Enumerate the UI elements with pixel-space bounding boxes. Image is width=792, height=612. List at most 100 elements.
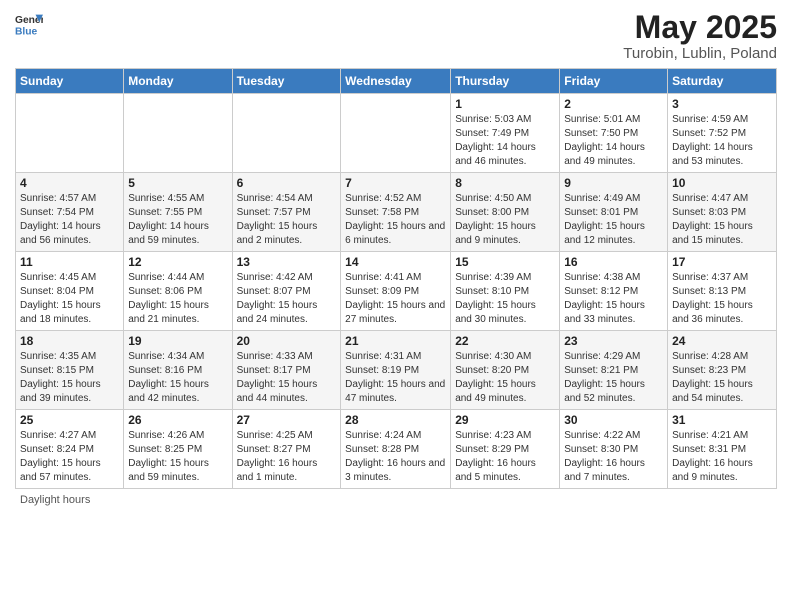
- day-number: 9: [564, 176, 663, 190]
- weekday-header-sunday: Sunday: [16, 69, 124, 94]
- calendar-cell: 28 Sunrise: 4:24 AMSunset: 8:28 PMDayligh…: [341, 410, 451, 489]
- svg-text:Blue: Blue: [15, 26, 38, 37]
- footer-note: Daylight hours: [15, 494, 777, 506]
- day-number: 17: [672, 255, 772, 269]
- calendar-cell: 13Sunrise: 4:42 AMSunset: 8:07 PMDayligh…: [232, 252, 341, 331]
- day-number: 14: [345, 255, 446, 269]
- calendar-cell: 25Sunrise: 4:27 AMSunset: 8:24 PMDayligh…: [16, 410, 124, 489]
- day-number: 26: [128, 413, 227, 427]
- calendar-cell: 8 Sunrise: 4:50 AMSunset: 8:00 PMDaylight…: [451, 173, 560, 252]
- calendar-cell: 5Sunrise: 4:55 AMSunset: 7:55 PMDaylight…: [124, 173, 232, 252]
- day-number: 18: [20, 334, 119, 348]
- day-info: Sunrise: 4:45 AMSunset: 8:04 PMDaylight:…: [20, 271, 119, 327]
- calendar-cell: 11 Sunrise: 4:45 AMSunset: 8:04 PMDayligh…: [16, 252, 124, 331]
- calendar-cell: [341, 94, 451, 173]
- day-info: Sunrise: 4:33 AMSunset: 8:17 PMDaylight:…: [237, 350, 337, 406]
- calendar-week-2: 4 Sunrise: 4:57 AMSunset: 7:54 PMDaylight…: [16, 173, 777, 252]
- day-number: 28: [345, 413, 446, 427]
- calendar-cell: 17Sunrise: 4:37 AMSunset: 8:13 PMDayligh…: [668, 252, 777, 331]
- day-info: Sunrise: 4:35 AMSunset: 8:15 PMDaylight:…: [20, 350, 119, 406]
- calendar-cell: 2Sunrise: 5:01 AMSunset: 7:50 PMDaylight…: [560, 94, 668, 173]
- day-info: Sunrise: 5:03 AMSunset: 7:49 PMDaylight:…: [455, 113, 555, 169]
- day-number: 5: [128, 176, 227, 190]
- calendar-week-1: 1 Sunrise: 5:03 AMSunset: 7:49 PMDaylight…: [16, 94, 777, 173]
- calendar-cell: 4 Sunrise: 4:57 AMSunset: 7:54 PMDaylight…: [16, 173, 124, 252]
- day-number: 16: [564, 255, 663, 269]
- calendar-week-3: 11 Sunrise: 4:45 AMSunset: 8:04 PMDayligh…: [16, 252, 777, 331]
- day-info: Sunrise: 4:54 AMSunset: 7:57 PMDaylight:…: [237, 192, 337, 248]
- day-number: 2: [564, 97, 663, 111]
- day-number: 27: [237, 413, 337, 427]
- day-number: 12: [128, 255, 227, 269]
- title-month: May 2025: [623, 10, 777, 45]
- day-info: Sunrise: 4:21 AMSunset: 8:31 PMDaylight:…: [672, 429, 772, 485]
- calendar-cell: 24 Sunrise: 4:28 AMSunset: 8:23 PMDayligh…: [668, 331, 777, 410]
- day-info: Sunrise: 4:39 AMSunset: 8:10 PMDaylight:…: [455, 271, 555, 327]
- day-info: Sunrise: 4:34 AMSunset: 8:16 PMDaylight:…: [128, 350, 227, 406]
- day-info: Sunrise: 4:59 AMSunset: 7:52 PMDaylight:…: [672, 113, 772, 169]
- calendar-cell: [124, 94, 232, 173]
- calendar-cell: 9 Sunrise: 4:49 AMSunset: 8:01 PMDaylight…: [560, 173, 668, 252]
- day-number: 29: [455, 413, 555, 427]
- day-info: Sunrise: 4:38 AMSunset: 8:12 PMDaylight:…: [564, 271, 663, 327]
- day-info: Sunrise: 4:23 AMSunset: 8:29 PMDaylight:…: [455, 429, 555, 485]
- day-number: 24: [672, 334, 772, 348]
- day-number: 30: [564, 413, 663, 427]
- calendar-cell: 31Sunrise: 4:21 AMSunset: 8:31 PMDayligh…: [668, 410, 777, 489]
- day-number: 22: [455, 334, 555, 348]
- calendar-cell: [232, 94, 341, 173]
- day-number: 6: [237, 176, 337, 190]
- calendar-cell: 18 Sunrise: 4:35 AMSunset: 8:15 PMDayligh…: [16, 331, 124, 410]
- calendar-cell: 21 Sunrise: 4:31 AMSunset: 8:19 PMDayligh…: [341, 331, 451, 410]
- calendar-cell: 27 Sunrise: 4:25 AMSunset: 8:27 PMDayligh…: [232, 410, 341, 489]
- day-number: 1: [455, 97, 555, 111]
- logo: General Blue: [15, 10, 43, 38]
- day-info: Sunrise: 4:27 AMSunset: 8:24 PMDaylight:…: [20, 429, 119, 485]
- day-info: Sunrise: 4:42 AMSunset: 8:07 PMDaylight:…: [237, 271, 337, 327]
- day-info: Sunrise: 4:47 AMSunset: 8:03 PMDaylight:…: [672, 192, 772, 248]
- day-info: Sunrise: 4:28 AMSunset: 8:23 PMDaylight:…: [672, 350, 772, 406]
- calendar-cell: 26 Sunrise: 4:26 AMSunset: 8:25 PMDayligh…: [124, 410, 232, 489]
- title-location: Turobin, Lublin, Poland: [623, 45, 777, 62]
- day-info: Sunrise: 4:44 AMSunset: 8:06 PMDaylight:…: [128, 271, 227, 327]
- calendar-week-4: 18 Sunrise: 4:35 AMSunset: 8:15 PMDayligh…: [16, 331, 777, 410]
- day-number: 23: [564, 334, 663, 348]
- header: General Blue May 2025 Turobin, Lublin, P…: [15, 10, 777, 62]
- day-info: Sunrise: 4:26 AMSunset: 8:25 PMDaylight:…: [128, 429, 227, 485]
- calendar-cell: 23 Sunrise: 4:29 AMSunset: 8:21 PMDayligh…: [560, 331, 668, 410]
- day-info: Sunrise: 4:22 AMSunset: 8:30 PMDaylight:…: [564, 429, 663, 485]
- day-info: Sunrise: 4:25 AMSunset: 8:27 PMDaylight:…: [237, 429, 337, 485]
- day-number: 20: [237, 334, 337, 348]
- day-number: 21: [345, 334, 446, 348]
- day-number: 8: [455, 176, 555, 190]
- day-number: 10: [672, 176, 772, 190]
- day-number: 7: [345, 176, 446, 190]
- calendar-week-5: 25Sunrise: 4:27 AMSunset: 8:24 PMDayligh…: [16, 410, 777, 489]
- calendar-cell: 7 Sunrise: 4:52 AMSunset: 7:58 PMDaylight…: [341, 173, 451, 252]
- day-number: 4: [20, 176, 119, 190]
- calendar-cell: 19 Sunrise: 4:34 AMSunset: 8:16 PMDayligh…: [124, 331, 232, 410]
- day-number: 19: [128, 334, 227, 348]
- weekday-header-thursday: Thursday: [451, 69, 560, 94]
- calendar-cell: 16 Sunrise: 4:38 AMSunset: 8:12 PMDayligh…: [560, 252, 668, 331]
- day-info: Sunrise: 4:24 AMSunset: 8:28 PMDaylight:…: [345, 429, 446, 485]
- calendar-cell: 29 Sunrise: 4:23 AMSunset: 8:29 PMDayligh…: [451, 410, 560, 489]
- calendar-cell: 1 Sunrise: 5:03 AMSunset: 7:49 PMDaylight…: [451, 94, 560, 173]
- title-block: May 2025 Turobin, Lublin, Poland: [623, 10, 777, 62]
- weekday-header-friday: Friday: [560, 69, 668, 94]
- day-info: Sunrise: 4:52 AMSunset: 7:58 PMDaylight:…: [345, 192, 446, 248]
- weekday-header-tuesday: Tuesday: [232, 69, 341, 94]
- logo-icon: General Blue: [15, 10, 43, 38]
- day-info: Sunrise: 4:57 AMSunset: 7:54 PMDaylight:…: [20, 192, 119, 248]
- calendar-cell: 6 Sunrise: 4:54 AMSunset: 7:57 PMDaylight…: [232, 173, 341, 252]
- weekday-header-wednesday: Wednesday: [341, 69, 451, 94]
- calendar-cell: 22Sunrise: 4:30 AMSunset: 8:20 PMDayligh…: [451, 331, 560, 410]
- day-info: Sunrise: 4:50 AMSunset: 8:00 PMDaylight:…: [455, 192, 555, 248]
- day-number: 11: [20, 255, 119, 269]
- calendar-cell: 15Sunrise: 4:39 AMSunset: 8:10 PMDayligh…: [451, 252, 560, 331]
- day-info: Sunrise: 4:49 AMSunset: 8:01 PMDaylight:…: [564, 192, 663, 248]
- day-info: Sunrise: 4:31 AMSunset: 8:19 PMDaylight:…: [345, 350, 446, 406]
- weekday-header-saturday: Saturday: [668, 69, 777, 94]
- day-info: Sunrise: 4:41 AMSunset: 8:09 PMDaylight:…: [345, 271, 446, 327]
- day-info: Sunrise: 4:29 AMSunset: 8:21 PMDaylight:…: [564, 350, 663, 406]
